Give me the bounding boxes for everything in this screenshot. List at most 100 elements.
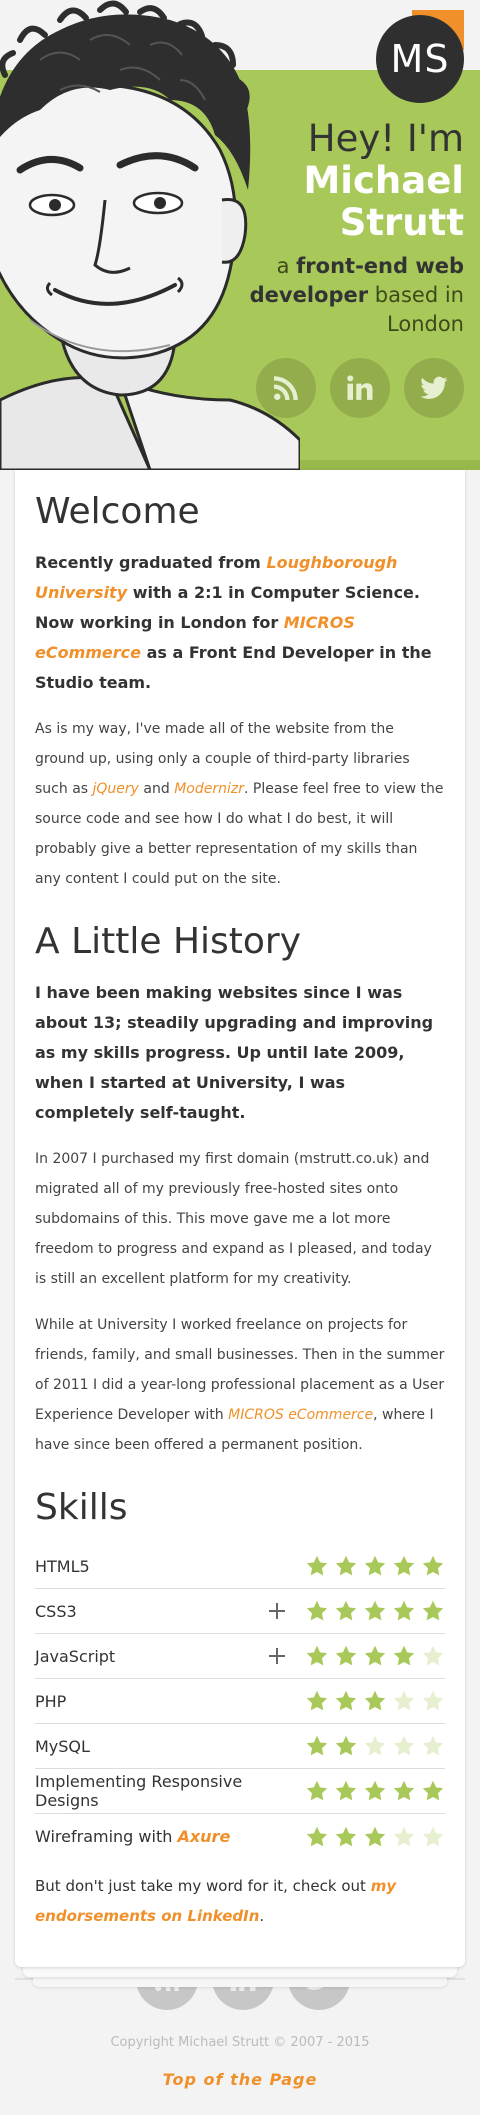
linkedin-button[interactable] (330, 358, 390, 418)
tagline-pre: a (276, 254, 290, 278)
welcome-lead-text: Recently graduated from (35, 553, 261, 572)
skill-name: JavaScript (35, 1647, 267, 1666)
skill-name-text: PHP (35, 1691, 67, 1711)
star-filled-icon (421, 1554, 445, 1578)
star-filled-icon (363, 1825, 387, 1849)
star-filled-icon (363, 1599, 387, 1623)
skills-outro: But don't just take my word for it, chec… (35, 1871, 445, 1931)
star-empty-icon (421, 1644, 445, 1668)
star-filled-icon (334, 1779, 358, 1803)
history-lead: I have been making websites since I was … (35, 983, 434, 1122)
expand-plus-icon[interactable] (267, 1601, 287, 1621)
skill-name: CSS3 (35, 1602, 267, 1621)
star-filled-icon (392, 1644, 416, 1668)
header-social-links (256, 358, 464, 418)
tagline: a front-end web developer based in Londo… (204, 252, 464, 339)
skill-row: PHP (35, 1679, 445, 1724)
star-filled-icon (392, 1779, 416, 1803)
star-filled-icon (363, 1644, 387, 1668)
history-heading: A Little History (35, 921, 302, 962)
star-rating (305, 1554, 445, 1578)
modernizr-link[interactable]: Modernizr (174, 781, 244, 797)
star-filled-icon (334, 1734, 358, 1758)
welcome-lead: Recently graduated from Loughborough Uni… (35, 548, 445, 698)
monogram-logo: MS (376, 15, 464, 103)
name-line-1: Michael (303, 159, 464, 202)
linkedin-icon (347, 375, 373, 400)
star-filled-icon (363, 1779, 387, 1803)
skill-name-text: HTML5 (35, 1556, 90, 1576)
axure-link[interactable]: Axure (177, 1827, 230, 1846)
star-filled-icon (305, 1734, 329, 1758)
star-empty-icon (392, 1734, 416, 1758)
skill-row: Wireframing with Axure (35, 1814, 445, 1859)
star-rating (305, 1734, 445, 1758)
star-filled-icon (392, 1599, 416, 1623)
history-paragraph-1: In 2007 I purchased my first domain (mst… (35, 1151, 432, 1287)
micros-ecommerce-link[interactable]: MICROS eCommerce (228, 1407, 373, 1423)
skill-name-text: Wireframing with (35, 1827, 173, 1846)
star-filled-icon (392, 1554, 416, 1578)
skill-name: MySQL (35, 1737, 305, 1756)
content-card-stack: Welcome Recently graduated from Loughbor… (15, 470, 465, 1987)
star-empty-icon (421, 1825, 445, 1849)
star-filled-icon (363, 1554, 387, 1578)
star-filled-icon (334, 1554, 358, 1578)
star-filled-icon (334, 1825, 358, 1849)
tagline-post: based in London (374, 283, 464, 336)
star-filled-icon (421, 1599, 445, 1623)
expand-plus-icon[interactable] (267, 1646, 287, 1666)
jquery-link[interactable]: jQuery (93, 781, 139, 797)
skill-name: PHP (35, 1692, 305, 1711)
star-filled-icon (305, 1779, 329, 1803)
star-empty-icon (421, 1689, 445, 1713)
star-filled-icon (334, 1644, 358, 1668)
star-empty-icon (392, 1825, 416, 1849)
star-filled-icon (363, 1689, 387, 1713)
skill-row: HTML5 (35, 1544, 445, 1589)
skill-row: MySQL (35, 1724, 445, 1769)
skills-list: HTML5 CSS3 JavaScript PHP MySQL Implementing … (35, 1544, 445, 1859)
back-to-top-link[interactable]: Top of the Page (0, 2070, 480, 2089)
rss-icon (274, 376, 298, 400)
star-rating (305, 1825, 445, 1849)
star-filled-icon (305, 1644, 329, 1668)
skill-row: Implementing Responsive Designs (35, 1769, 445, 1814)
star-filled-icon (334, 1689, 358, 1713)
header: MS Hey! I'm Michael Strutt a front-end w… (0, 0, 480, 470)
skills-outro-text: But don't just take my word for it, chec… (35, 1877, 366, 1895)
welcome-heading: Welcome (35, 491, 200, 532)
star-filled-icon (305, 1825, 329, 1849)
skills-heading: Skills (35, 1487, 128, 1528)
skill-name: Implementing Responsive Designs (35, 1772, 305, 1810)
skill-name: HTML5 (35, 1557, 305, 1576)
star-empty-icon (363, 1734, 387, 1758)
skill-name-text: JavaScript (35, 1646, 116, 1666)
skills-outro-text: . (259, 1907, 265, 1925)
history-paragraph-2: While at University I worked freelance o… (35, 1310, 445, 1460)
twitter-button[interactable] (404, 358, 464, 418)
content-card: Welcome Recently graduated from Loughbor… (15, 470, 465, 1967)
star-empty-icon (392, 1689, 416, 1713)
star-filled-icon (305, 1554, 329, 1578)
skill-row[interactable]: CSS3 (35, 1589, 445, 1634)
twitter-icon (420, 376, 448, 399)
star-rating (305, 1599, 445, 1623)
star-empty-icon (421, 1734, 445, 1758)
welcome-paragraph: As is my way, I've made all of the websi… (35, 714, 445, 894)
star-filled-icon (305, 1599, 329, 1623)
skill-name-text: MySQL (35, 1736, 90, 1756)
greeting: Hey! I'm (307, 117, 464, 160)
skill-row[interactable]: JavaScript (35, 1634, 445, 1679)
star-filled-icon (305, 1689, 329, 1713)
star-rating (305, 1689, 445, 1713)
name-line-2: Strutt (339, 201, 464, 244)
rss-button[interactable] (256, 358, 316, 418)
copyright: Copyright Michael Strutt © 2007 - 2015 (110, 2035, 370, 2050)
star-filled-icon (334, 1599, 358, 1623)
skill-name: Wireframing with Axure (35, 1827, 305, 1846)
skill-name-text: Implementing Responsive Designs (35, 1772, 243, 1810)
welcome-paragraph-text: and (143, 781, 170, 797)
star-rating (305, 1644, 445, 1668)
star-filled-icon (421, 1779, 445, 1803)
